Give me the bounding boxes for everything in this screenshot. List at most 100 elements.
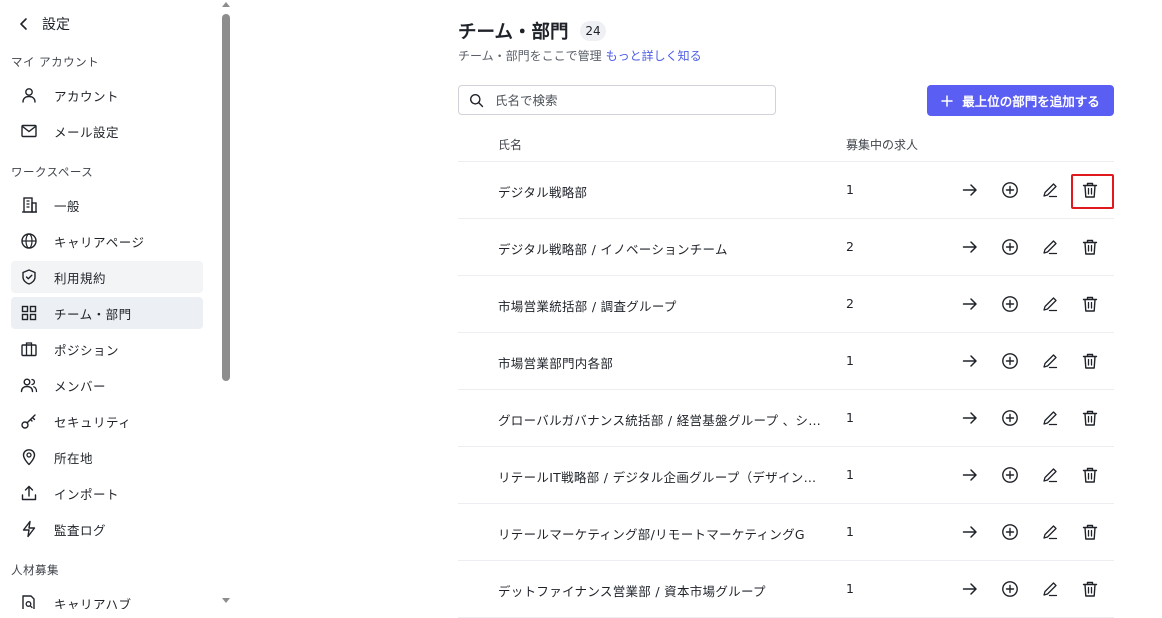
sidebar-item-label: メンバー bbox=[54, 378, 107, 394]
sidebar-item-label: メール設定 bbox=[54, 124, 120, 140]
table-row[interactable]: デジタル戦略部 1 bbox=[458, 162, 1114, 219]
column-header-open-jobs[interactable]: 募集中の求人 bbox=[846, 136, 918, 153]
open-department-button[interactable] bbox=[959, 350, 981, 372]
sidebar-item-mail[interactable]: メール設定 bbox=[11, 115, 203, 147]
column-header-name[interactable]: 氏名 bbox=[498, 136, 522, 153]
lightning-icon bbox=[20, 520, 38, 538]
delete-department-button[interactable] bbox=[1079, 464, 1101, 486]
department-name: デジタル戦略部 bbox=[498, 185, 588, 200]
add-sub-department-button[interactable] bbox=[999, 293, 1021, 315]
pencil-icon bbox=[1041, 580, 1059, 598]
sidebar-item-positions[interactable]: ポジション bbox=[11, 333, 203, 365]
open-jobs-count: 1 bbox=[846, 410, 854, 425]
add-sub-department-button[interactable] bbox=[999, 350, 1021, 372]
trash-icon bbox=[1081, 238, 1099, 256]
sidebar-item-account[interactable]: アカウント bbox=[11, 79, 203, 111]
globe-icon bbox=[20, 232, 38, 250]
key-icon bbox=[20, 412, 38, 430]
department-name: 市場営業統括部 / 調査グループ bbox=[498, 299, 677, 314]
sidebar-scrollbar-thumb[interactable] bbox=[222, 14, 230, 381]
pencil-icon bbox=[1041, 523, 1059, 541]
page-title: チーム・部門 bbox=[458, 22, 569, 43]
delete-department-button[interactable] bbox=[1079, 350, 1101, 372]
sidebar-item-career-hub[interactable]: キャリアハブ bbox=[11, 587, 203, 609]
sidebar-item-label: キャリアハブ bbox=[54, 596, 132, 610]
sidebar-item-members[interactable]: メンバー bbox=[11, 369, 203, 401]
sidebar-item-import[interactable]: インポート bbox=[11, 477, 203, 509]
delete-department-button[interactable] bbox=[1079, 293, 1101, 315]
sidebar-item-label: 利用規約 bbox=[54, 270, 107, 286]
back-to-settings[interactable]: 設定 bbox=[14, 12, 70, 36]
table-row[interactable]: デットファイナンス営業部 / 資本市場グループ 1 bbox=[458, 561, 1114, 618]
edit-department-button[interactable] bbox=[1039, 350, 1061, 372]
back-label: 設定 bbox=[42, 17, 70, 33]
sidebar-item-locations[interactable]: 所在地 bbox=[11, 441, 203, 473]
arrow-right-icon bbox=[961, 466, 979, 484]
trash-icon bbox=[1081, 295, 1099, 313]
table-row[interactable]: デジタル戦略部 / イノベーションチーム 2 bbox=[458, 219, 1114, 276]
scroll-down-arrow-icon[interactable] bbox=[222, 598, 230, 603]
open-department-button[interactable] bbox=[959, 236, 981, 258]
learn-more-link[interactable]: もっと詳しく知る bbox=[606, 49, 702, 63]
edit-department-button[interactable] bbox=[1039, 464, 1061, 486]
plus-circle-icon bbox=[1001, 181, 1019, 199]
edit-department-button[interactable] bbox=[1039, 179, 1061, 201]
add-sub-department-button[interactable] bbox=[999, 179, 1021, 201]
subtitle-text: チーム・部門をここで管理 bbox=[458, 49, 602, 63]
add-sub-department-button[interactable] bbox=[999, 578, 1021, 600]
trash-icon bbox=[1081, 352, 1099, 370]
delete-department-button[interactable] bbox=[1079, 407, 1101, 429]
delete-department-button[interactable] bbox=[1079, 521, 1101, 543]
sidebar-item-label: セキュリティ bbox=[54, 414, 132, 430]
table-row[interactable]: 市場営業統括部 / 調査グループ 2 bbox=[458, 276, 1114, 333]
search-input[interactable] bbox=[495, 90, 765, 110]
open-department-button[interactable] bbox=[959, 464, 981, 486]
sidebar-item-security[interactable]: セキュリティ bbox=[11, 405, 203, 437]
edit-department-button[interactable] bbox=[1039, 521, 1061, 543]
add-sub-department-button[interactable] bbox=[999, 521, 1021, 543]
open-jobs-count: 2 bbox=[846, 239, 854, 254]
sidebar-item-label: 監査ログ bbox=[54, 522, 107, 538]
delete-department-button[interactable] bbox=[1079, 236, 1101, 258]
sidebar-item-label: 所在地 bbox=[54, 450, 94, 466]
sidebar-item-general[interactable]: 一般 bbox=[11, 189, 203, 221]
table-row[interactable]: グローバルガバナンス統括部 / 経営基盤グループ 、シ… 1 bbox=[458, 390, 1114, 447]
department-name: デットファイナンス営業部 / 資本市場グループ bbox=[498, 584, 766, 599]
search-box[interactable] bbox=[458, 85, 776, 115]
plus-circle-icon bbox=[1001, 352, 1019, 370]
open-department-button[interactable] bbox=[959, 521, 981, 543]
plus-circle-icon bbox=[1001, 238, 1019, 256]
edit-department-button[interactable] bbox=[1039, 236, 1061, 258]
shield-check-icon bbox=[20, 268, 38, 286]
sidebar-item-label: アカウント bbox=[54, 88, 120, 104]
table-row[interactable]: リテールIT戦略部 / デジタル企画グループ（デザイン… 1 bbox=[458, 447, 1114, 504]
open-department-button[interactable] bbox=[959, 293, 981, 315]
arrow-right-icon bbox=[961, 238, 979, 256]
sidebar-item-teams[interactable]: チーム・部門 bbox=[11, 297, 203, 329]
table-row[interactable]: 市場営業部門内各部 1 bbox=[458, 333, 1114, 390]
sidebar-item-career-page[interactable]: キャリアページ bbox=[11, 225, 203, 257]
trash-icon bbox=[1081, 409, 1099, 427]
edit-department-button[interactable] bbox=[1039, 293, 1061, 315]
scroll-up-arrow-icon[interactable] bbox=[222, 2, 230, 7]
table-row[interactable]: リテールマーケティング部/リモートマーケティングG 1 bbox=[458, 504, 1114, 561]
add-sub-department-button[interactable] bbox=[999, 236, 1021, 258]
sidebar-item-label: インポート bbox=[54, 486, 120, 502]
pencil-icon bbox=[1041, 238, 1059, 256]
pencil-icon bbox=[1041, 409, 1059, 427]
add-sub-department-button[interactable] bbox=[999, 407, 1021, 429]
add-sub-department-button[interactable] bbox=[999, 464, 1021, 486]
sidebar-item-audit-log[interactable]: 監査ログ bbox=[11, 513, 203, 545]
delete-department-button[interactable] bbox=[1079, 578, 1101, 600]
add-top-level-department-button[interactable]: 最上位の部門を追加する bbox=[927, 85, 1114, 116]
edit-department-button[interactable] bbox=[1039, 578, 1061, 600]
open-department-button[interactable] bbox=[959, 407, 981, 429]
department-name: グローバルガバナンス統括部 / 経営基盤グループ 、シ… bbox=[498, 413, 822, 428]
sidebar-item-terms[interactable]: 利用規約 bbox=[11, 261, 203, 293]
open-department-button[interactable] bbox=[959, 179, 981, 201]
open-jobs-count: 1 bbox=[846, 524, 854, 539]
pencil-icon bbox=[1041, 295, 1059, 313]
trash-icon bbox=[1081, 466, 1099, 484]
edit-department-button[interactable] bbox=[1039, 407, 1061, 429]
open-department-button[interactable] bbox=[959, 578, 981, 600]
